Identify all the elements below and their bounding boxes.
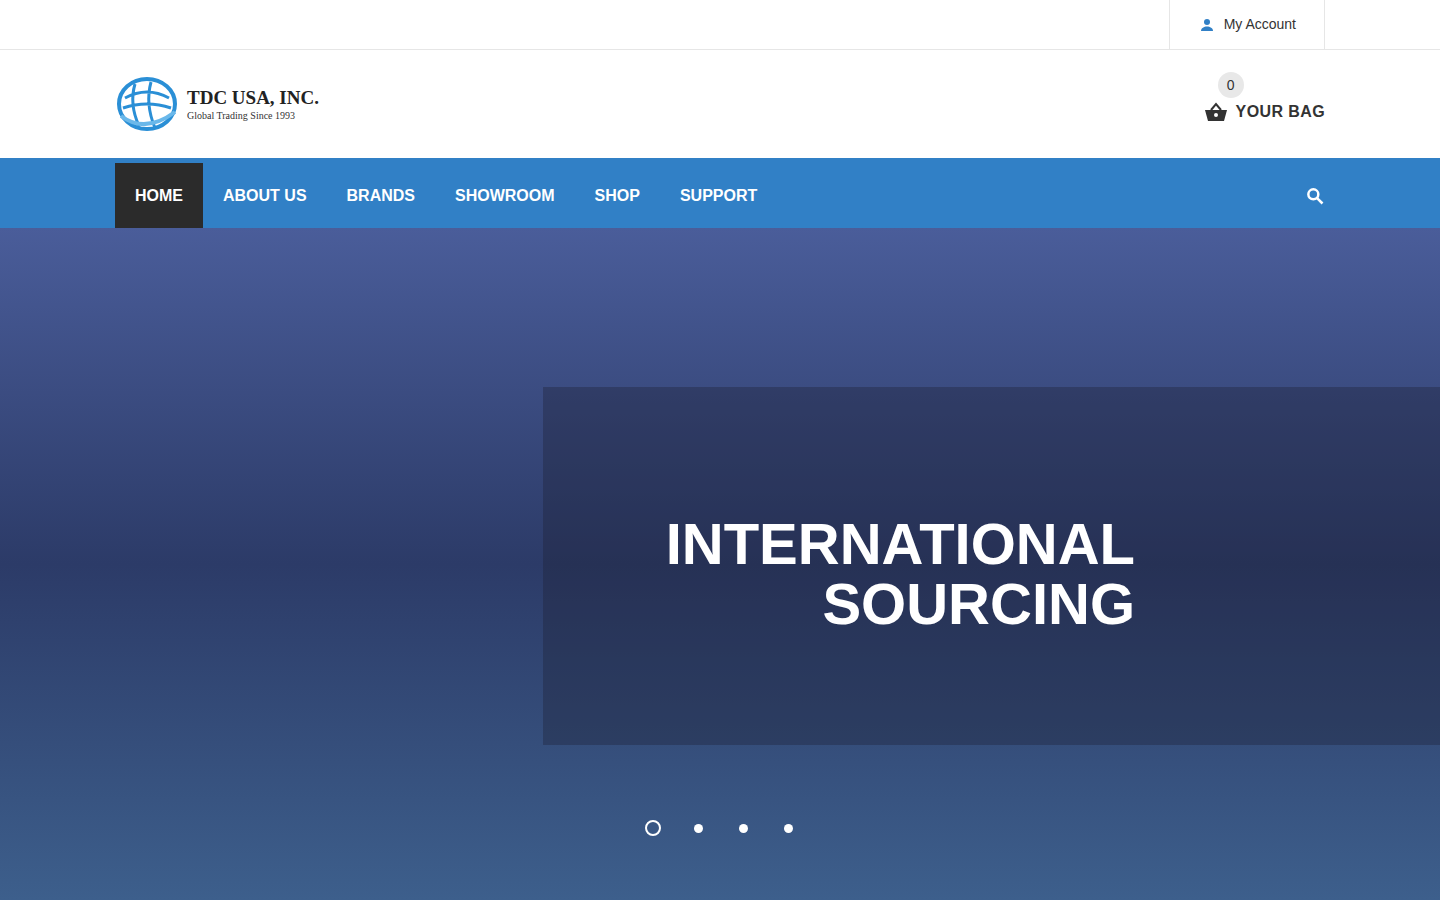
my-account-link[interactable]: My Account	[1169, 0, 1325, 49]
basket-icon	[1204, 102, 1228, 122]
nav-item[interactable]: ABOUT US	[203, 163, 327, 228]
slider-dot[interactable]	[739, 824, 748, 833]
search-button[interactable]	[1285, 163, 1325, 228]
hero-slider: INTERNATIONALSOURCING	[0, 228, 1440, 900]
nav-item[interactable]: HOME	[115, 163, 203, 228]
person-icon	[1198, 16, 1216, 34]
main-nav: HOMEABOUT USBRANDSSHOWROOMSHOPSUPPORT	[0, 158, 1440, 228]
nav-item[interactable]: SHOP	[575, 163, 660, 228]
slider-dots	[0, 820, 1440, 836]
nav-item[interactable]: SUPPORT	[660, 163, 777, 228]
slider-dot[interactable]	[694, 824, 703, 833]
header: TDC USA, INC.Global Trading Since 1993 0Y…	[115, 50, 1325, 158]
top-bar: My Account	[0, 0, 1440, 50]
nav-item[interactable]: SHOWROOM	[435, 163, 575, 228]
search-icon	[1305, 186, 1325, 206]
logo[interactable]: TDC USA, INC.Global Trading Since 1993	[115, 76, 319, 132]
hero-caption: INTERNATIONALSOURCING	[543, 387, 1440, 745]
cart-count-badge: 0	[1218, 72, 1244, 98]
slider-dot[interactable]	[645, 820, 661, 836]
globe-logo-icon	[115, 76, 179, 132]
cart-link[interactable]: 0YOUR BAG	[1204, 84, 1325, 124]
slider-dot[interactable]	[784, 824, 793, 833]
nav-item[interactable]: BRANDS	[327, 163, 435, 228]
